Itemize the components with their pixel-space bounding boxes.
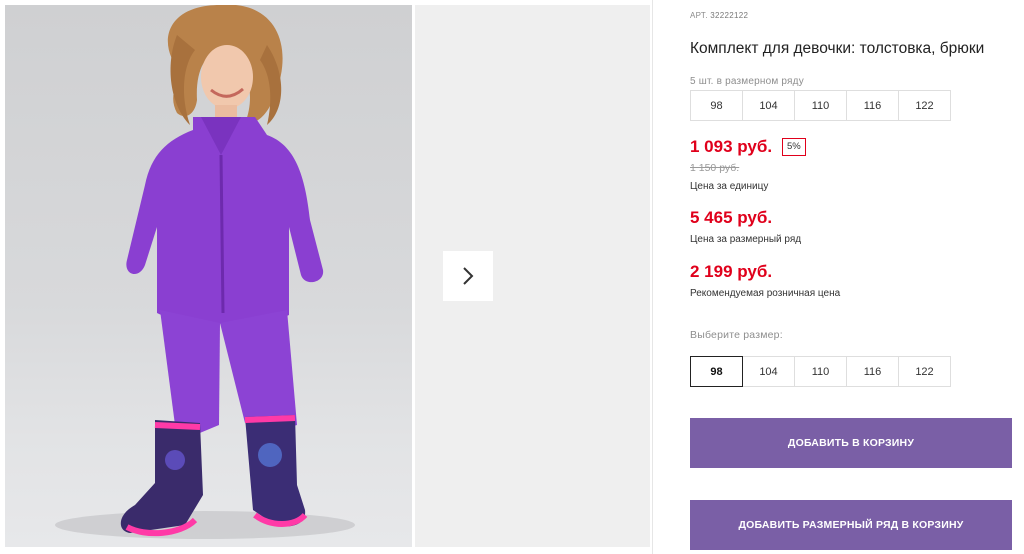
- size-row-item: 116: [846, 90, 899, 121]
- size-option-98[interactable]: 98: [690, 356, 743, 387]
- chevron-right-icon: [463, 267, 474, 285]
- size-option-122[interactable]: 122: [898, 356, 951, 387]
- girl-photo-illustration: [55, 5, 355, 539]
- size-row-price-caption: Цена за размерный ряд: [690, 234, 802, 245]
- choose-size-label: Выберите размер:: [690, 329, 783, 341]
- product-photo-main[interactable]: [5, 5, 412, 547]
- column-divider: [652, 0, 653, 554]
- add-size-row-to-cart-button[interactable]: ДОБАВИТЬ РАЗМЕРНЫЙ РЯД В КОРЗИНУ: [690, 500, 1012, 550]
- size-row-item: 110: [794, 90, 847, 121]
- size-option-110[interactable]: 110: [794, 356, 847, 387]
- size-option-116[interactable]: 116: [846, 356, 899, 387]
- size-row-item: 122: [898, 90, 951, 121]
- size-option-104[interactable]: 104: [742, 356, 795, 387]
- size-row-caption: 5 шт. в размерном ряду: [690, 76, 804, 87]
- article-label: АРТ.: [690, 11, 708, 20]
- size-selector: 98 104 110 116 122: [690, 356, 951, 387]
- article-value: 32222122: [710, 11, 749, 20]
- size-row-list: 98 104 110 116 122: [690, 90, 951, 121]
- retail-price-caption: Рекомендуемая розничная цена: [690, 288, 841, 299]
- old-price: 1 150 руб.: [690, 162, 740, 174]
- unit-price: 1 093 руб.: [690, 137, 773, 156]
- gallery-next-button[interactable]: [443, 251, 493, 301]
- unit-price-caption: Цена за единицу: [690, 181, 769, 192]
- add-to-cart-button[interactable]: ДОБАВИТЬ В КОРЗИНУ: [690, 418, 1012, 468]
- retail-price: 2 199 руб.: [690, 262, 773, 281]
- discount-badge: 5%: [782, 138, 806, 156]
- size-row-item: 98: [690, 90, 743, 121]
- size-row-price: 5 465 руб.: [690, 208, 773, 227]
- product-title: Комплект для девочки: толстовка, брюки: [690, 40, 985, 57]
- article-number: АРТ. 32222122: [690, 11, 748, 20]
- product-gallery: [5, 5, 650, 547]
- size-row-item: 104: [742, 90, 795, 121]
